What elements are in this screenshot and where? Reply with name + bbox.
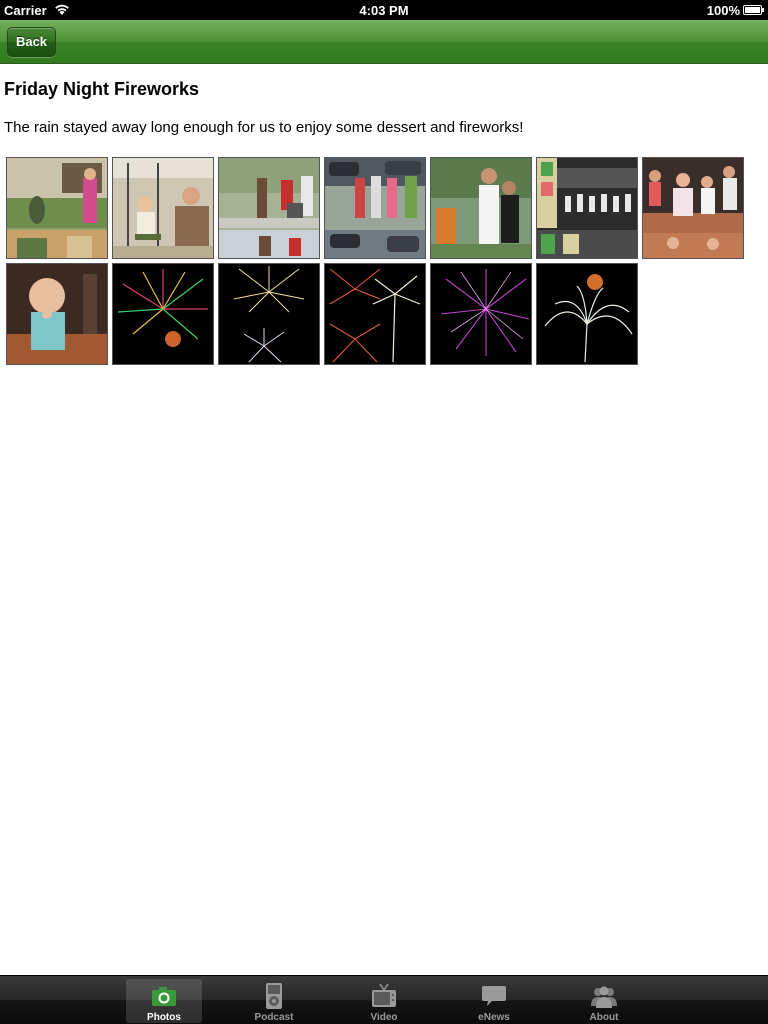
tv-icon: [372, 983, 396, 1007]
photo-thumbnail[interactable]: [218, 157, 320, 259]
tab-podcast[interactable]: Podcast: [236, 979, 312, 1023]
tab-label: About: [589, 1012, 619, 1023]
photo-thumbnail[interactable]: [112, 263, 214, 365]
camera-icon: [152, 987, 176, 1006]
ipod-icon: [266, 983, 282, 1009]
tab-about[interactable]: About: [566, 979, 642, 1023]
photo-thumbnail[interactable]: [536, 263, 638, 365]
speech-bubble-icon: [482, 986, 506, 1006]
tab-label: Podcast: [254, 1012, 294, 1023]
photo-thumbnail[interactable]: [112, 157, 214, 259]
tab-bar: Photos Podcast Video eNews About: [0, 975, 768, 1024]
photo-thumbnail[interactable]: [324, 157, 426, 259]
battery-icon: [743, 5, 764, 15]
people-icon: [591, 986, 617, 1008]
battery-percent: 100%: [706, 3, 740, 18]
photo-thumbnail[interactable]: [6, 157, 108, 259]
clock-label: 4:03 PM: [359, 3, 409, 18]
photo-thumbnail[interactable]: [430, 263, 532, 365]
photo-thumbnail[interactable]: [324, 263, 426, 365]
tab-label: Video: [370, 1012, 398, 1023]
page-description: The rain stayed away long enough for us …: [4, 119, 524, 136]
photo-thumbnail[interactable]: [536, 157, 638, 259]
back-button[interactable]: Back: [7, 27, 56, 57]
tab-photos[interactable]: Photos: [126, 979, 202, 1023]
tab-enews[interactable]: eNews: [456, 979, 532, 1023]
photo-thumbnail[interactable]: [6, 263, 108, 365]
photo-thumbnail[interactable]: [642, 157, 744, 259]
tab-label: eNews: [478, 1012, 510, 1023]
tab-video[interactable]: Video: [346, 979, 422, 1023]
navigation-bar: Back: [0, 20, 768, 64]
page-title: Friday Night Fireworks: [4, 79, 200, 99]
status-bar: Carrier 4:03 PM 100%: [0, 0, 768, 20]
photo-thumbnail[interactable]: [218, 263, 320, 365]
tab-label: Photos: [147, 1012, 181, 1023]
photo-thumbnail[interactable]: [430, 157, 532, 259]
